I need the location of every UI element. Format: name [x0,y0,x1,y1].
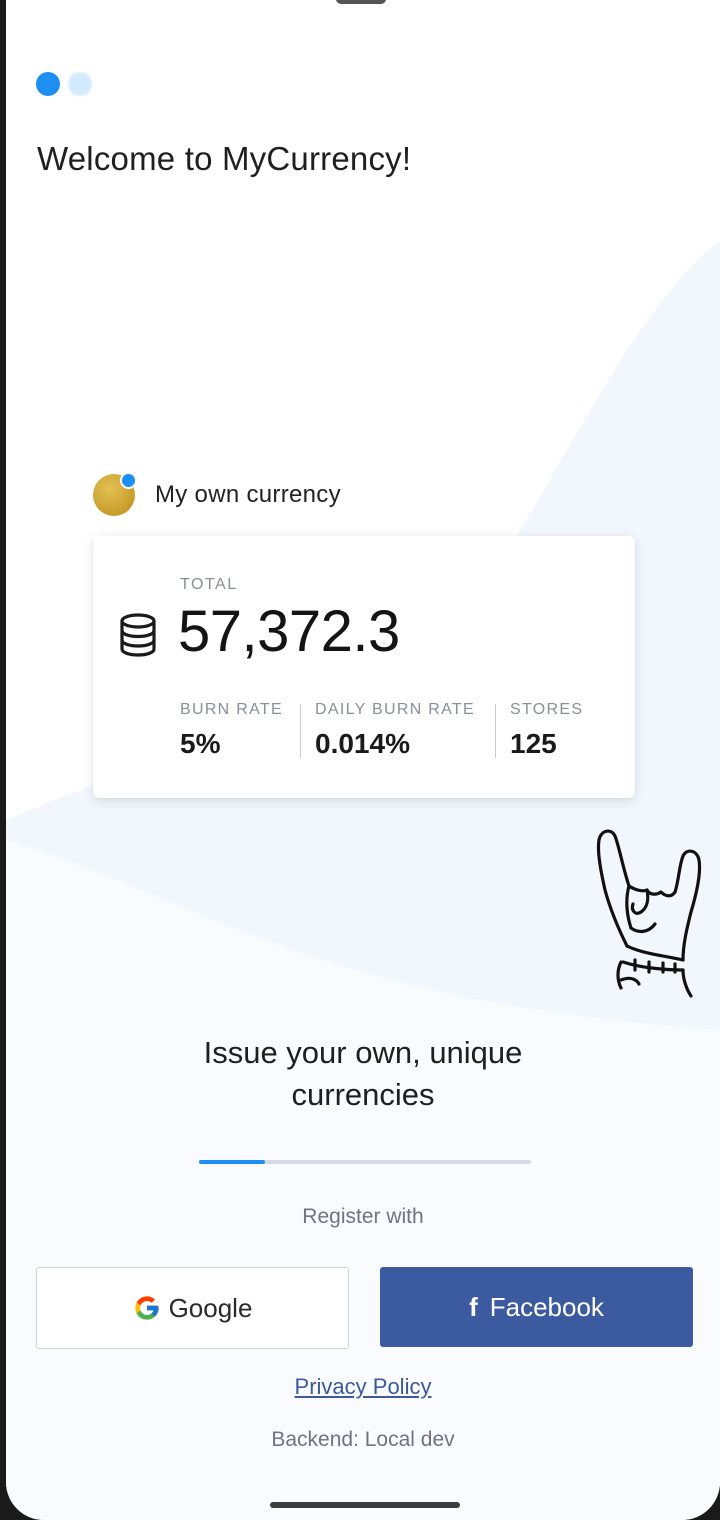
currency-header: My own currency [93,472,341,516]
register-label: Register with [302,1205,424,1228]
total-value: 57,372.3 [178,599,400,664]
stat-label: DAILY BURN RATE [315,701,475,718]
stat-value: 5% [180,728,221,759]
rock-hand-icon [596,829,702,998]
google-icon [134,1296,159,1320]
stat-divider [300,704,301,758]
facebook-icon: f [469,1291,478,1322]
stat-burn-rate: BURN RATE 5% [180,701,283,760]
facebook-button-label: Facebook [489,1291,604,1322]
currency-name: My own currency [155,481,341,508]
page-indicator [36,72,92,96]
progress-fill [199,1160,266,1164]
page-dot-active[interactable] [36,72,60,96]
subtitle-line: Issue your own, unique [203,1035,523,1070]
page-dot-inactive[interactable] [68,72,92,96]
currency-card: TOTAL 57,372.3 BURN RATE 5% DAILY BURN R… [93,536,635,798]
coin-icon [93,472,137,516]
stat-value: 0.014% [315,728,410,759]
privacy-policy-link[interactable]: Privacy Policy [6,1374,720,1400]
app-screen: Welcome to MyCurrency! My own currency T… [6,0,720,1520]
onboarding-progress-bar [199,1160,531,1164]
status-bar-notch [336,0,386,4]
page-title: Welcome to MyCurrency! [37,140,412,177]
notification-dot [120,472,137,489]
stat-label: BURN RATE [180,701,283,718]
stat-daily-burn-rate: DAILY BURN RATE 0.014% [315,701,475,760]
backend-label: Backend: Local dev [271,1428,455,1451]
database-icon [120,613,156,657]
google-register-button[interactable]: Google [36,1267,349,1349]
stat-stores: STORES 125 [510,701,583,760]
home-indicator[interactable] [270,1502,460,1508]
subtitle-line: currencies [291,1077,435,1112]
facebook-register-button[interactable]: f Facebook [380,1267,693,1347]
total-label: TOTAL [180,576,238,593]
google-button-label: Google [168,1292,253,1323]
stat-label: STORES [510,701,584,718]
stat-divider [495,704,496,758]
onboarding-subtitle: Issue your own, unique currencies [106,1032,620,1116]
stat-value: 125 [510,728,557,759]
